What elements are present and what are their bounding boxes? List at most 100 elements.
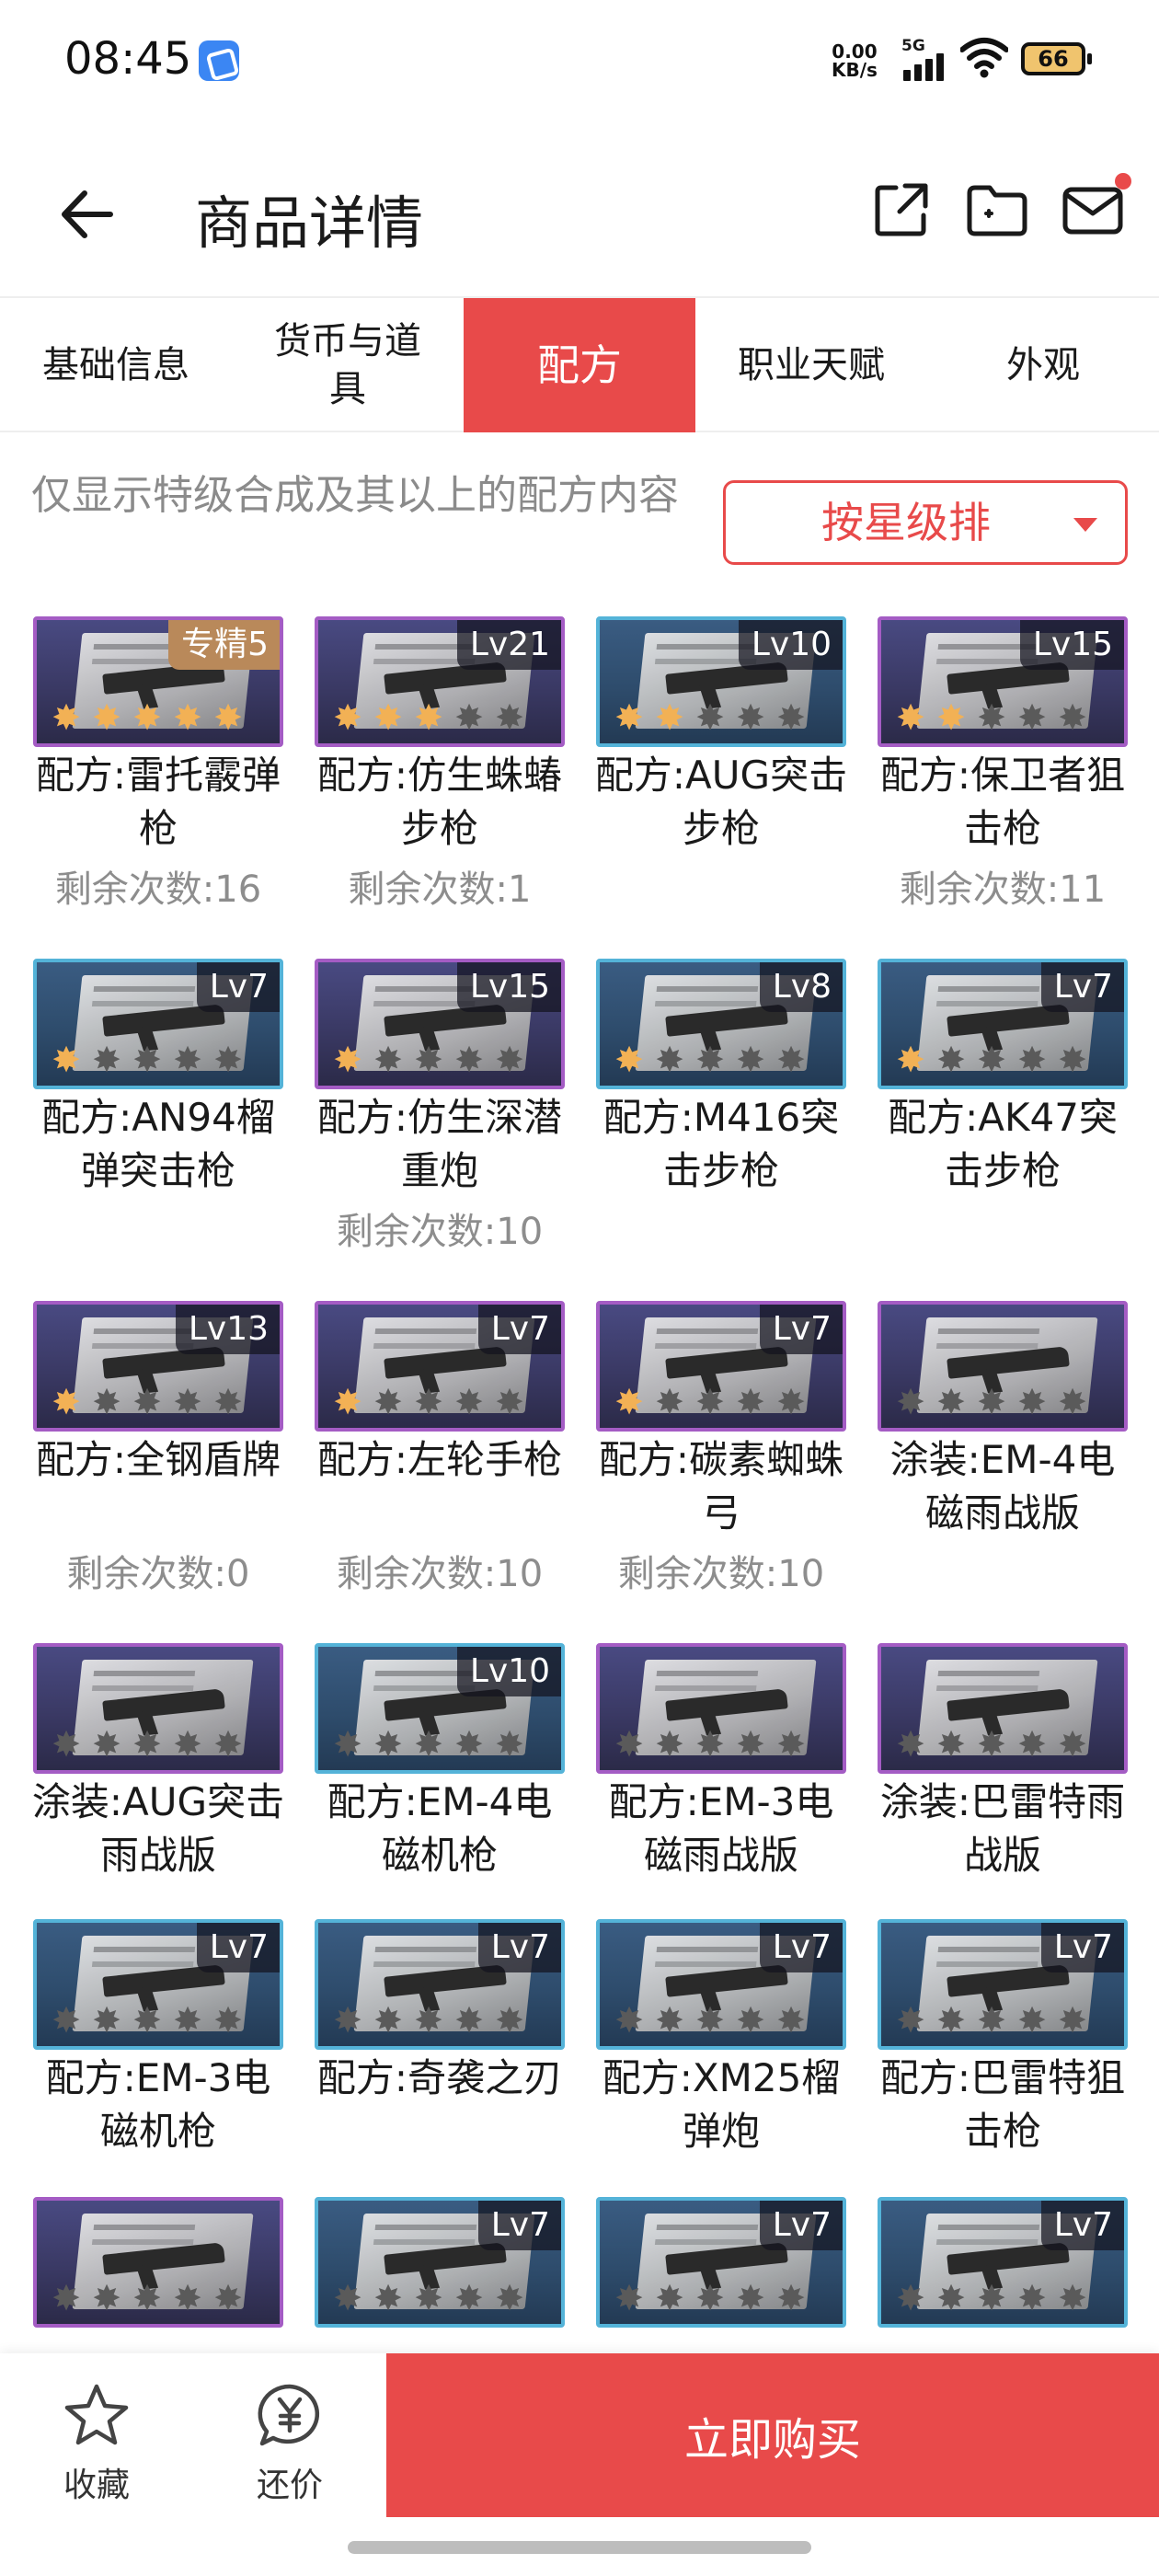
recipe-card-image: Lv7 ✸ ✸ ✸ ✸ ✸	[878, 1919, 1128, 2050]
star-icon: ✸	[373, 2000, 403, 2041]
recipe-name: 配方:M416突击步枪	[602, 1095, 840, 1193]
recipe-card-image: Lv7 ✸ ✸ ✸ ✸ ✸	[33, 1919, 283, 2050]
header: 商品详情	[0, 129, 1159, 294]
level-badge: Lv7	[759, 2201, 843, 2250]
star-icon: ✸	[213, 1382, 243, 1422]
star-icon: ✸	[936, 1040, 966, 1080]
tab-appearance[interactable]: 外观	[927, 298, 1159, 432]
bargain-button[interactable]: 还价	[221, 2381, 359, 2504]
dropdown-caret-icon	[1073, 518, 1097, 532]
sort-dropdown[interactable]: 按星级排	[723, 480, 1128, 565]
star-icon: ✸	[373, 1724, 403, 1765]
star-icon: ✸	[173, 697, 202, 738]
folder-icon[interactable]	[964, 177, 1030, 243]
remaining-count: 剩余次数:10	[336, 1553, 544, 1595]
star-icon: ✸	[373, 2278, 403, 2318]
star-icon: ✸	[414, 1040, 443, 1080]
star-rating: ✸ ✸ ✸ ✸ ✸	[327, 1384, 530, 1420]
star-icon: ✸	[1058, 1040, 1087, 1080]
star-rating: ✸ ✸ ✸ ✸ ✸	[46, 1041, 248, 1078]
back-arrow-icon[interactable]	[55, 182, 120, 247]
recipe-card-image: Lv7 ✸ ✸ ✸ ✸ ✸	[315, 2197, 565, 2328]
star-icon: ✸	[936, 1724, 966, 1765]
star-icon: ✸	[132, 1724, 162, 1765]
remaining-count: 剩余次数:0	[66, 1553, 250, 1595]
star-icon: ✸	[373, 1040, 403, 1080]
recipe-name: 配方:仿生深潜重炮	[316, 1095, 563, 1193]
recipe-name: 配方:奇袭之刃	[316, 2055, 563, 2100]
star-icon: ✸	[896, 2278, 925, 2318]
star-icon: ✸	[52, 1040, 81, 1080]
star-icon: ✸	[495, 2000, 524, 2041]
tab-bar: 基础信息 货币与道具 配方 职业天赋 外观	[0, 296, 1159, 432]
star-icon: ✸	[414, 2278, 443, 2318]
star-icon: ✸	[655, 697, 684, 738]
favorite-button[interactable]: 收藏	[28, 2381, 166, 2504]
tab-basic-info[interactable]: 基础信息	[0, 298, 232, 432]
yuan-bubble-icon	[258, 2384, 320, 2446]
mail-icon-wrap[interactable]	[1060, 173, 1131, 243]
network-type: 5G	[901, 37, 925, 55]
recipe-card-image: Lv7 ✸ ✸ ✸ ✸ ✸	[878, 959, 1128, 1089]
star-icon: ✸	[454, 697, 484, 738]
recipe-card-image: Lv8 ✸ ✸ ✸ ✸ ✸	[596, 959, 846, 1089]
app-notification-icon	[199, 40, 239, 81]
star-icon: ✸	[614, 2000, 644, 2041]
star-icon: ✸	[52, 1382, 81, 1422]
star-icon: ✸	[1058, 2278, 1087, 2318]
level-badge: Lv7	[196, 962, 280, 1012]
star-icon: ✸	[213, 1040, 243, 1080]
star-icon: ✸	[614, 2278, 644, 2318]
recipe-card-image: Lv7 ✸ ✸ ✸ ✸ ✸	[878, 2197, 1128, 2328]
sort-label: 按星级排	[821, 498, 991, 547]
recipe-card-image: Lv13 ✸ ✸ ✸ ✸ ✸	[33, 1301, 283, 1432]
star-icon: ✸	[454, 1382, 484, 1422]
gesture-area	[0, 2517, 1159, 2576]
recipe-card-image: Lv10 ✸ ✸ ✸ ✸ ✸	[596, 616, 846, 747]
share-icon[interactable]	[868, 177, 935, 243]
star-icon: ✸	[373, 1382, 403, 1422]
recipe-card-image: Lv21 ✸ ✸ ✸ ✸ ✸	[315, 616, 565, 747]
recipe-card-image: Lv7 ✸ ✸ ✸ ✸ ✸	[596, 1301, 846, 1432]
star-icon: ✸	[977, 1040, 1006, 1080]
star-icon: ✸	[414, 697, 443, 738]
tab-currency-items[interactable]: 货币与道具	[232, 298, 464, 432]
star-icon: ✸	[695, 1040, 725, 1080]
star-rating: ✸ ✸ ✸ ✸ ✸	[890, 2280, 1093, 2317]
recipe-name: 涂装:EM-4电磁雨战版	[889, 1437, 1116, 1535]
buy-now-button[interactable]: 立即购买	[386, 2353, 1159, 2517]
star-icon: ✸	[977, 697, 1006, 738]
star-icon: ✸	[1058, 1724, 1087, 1765]
level-badge: Lv7	[1040, 2201, 1124, 2250]
star-icon: ✸	[414, 1382, 443, 1422]
star-rating: ✸ ✸ ✸ ✸ ✸	[890, 1384, 1093, 1420]
star-icon: ✸	[92, 2000, 121, 2041]
star-icon: ✸	[977, 1382, 1006, 1422]
star-icon: ✸	[896, 1040, 925, 1080]
recipe-card-image: ✸ ✸ ✸ ✸ ✸	[878, 1301, 1128, 1432]
star-icon: ✸	[655, 1040, 684, 1080]
star-icon: ✸	[776, 2000, 806, 2041]
level-badge: Lv7	[196, 1923, 280, 1972]
star-icon: ✸	[936, 2278, 966, 2318]
star-icon: ✸	[736, 697, 765, 738]
star-icon: ✸	[977, 1724, 1006, 1765]
star-icon: ✸	[736, 1040, 765, 1080]
tab-recipes[interactable]: 配方	[464, 298, 695, 432]
star-icon: ✸	[92, 2278, 121, 2318]
level-badge: Lv10	[738, 620, 843, 670]
star-icon: ✸	[776, 1382, 806, 1422]
home-indicator[interactable]	[348, 2541, 811, 2554]
tab-class-talents[interactable]: 职业天赋	[695, 298, 927, 432]
status-time: 08:45	[64, 33, 192, 85]
status-bar: 08:45 0.00 KB/s 5G 66	[0, 0, 1159, 129]
level-badge: Lv7	[1040, 962, 1124, 1012]
star-icon: ✸	[333, 2000, 362, 2041]
star-icon: ✸	[495, 1724, 524, 1765]
star-icon: ✸	[936, 1382, 966, 1422]
level-badge: Lv15	[1019, 620, 1124, 670]
recipe-name: 配方:AK47突击步枪	[888, 1095, 1118, 1193]
star-rating: ✸ ✸ ✸ ✸ ✸	[46, 2280, 248, 2317]
star-icon: ✸	[92, 1040, 121, 1080]
star-rating: ✸ ✸ ✸ ✸ ✸	[609, 1041, 811, 1078]
